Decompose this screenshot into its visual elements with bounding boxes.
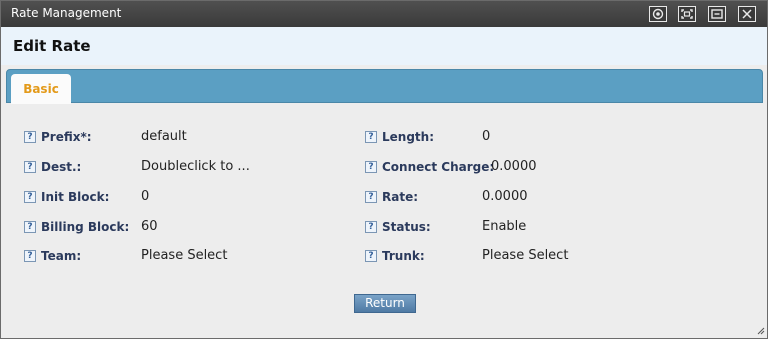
field-prefix: ? Prefix*: default [24,129,324,149]
window-titlebar[interactable]: Rate Management [1,1,767,27]
help-icon[interactable]: ? [24,191,36,203]
field-connect-charge: ? Connect Charge: 0.0000 [365,159,665,179]
field-label: Prefix*: [41,130,92,144]
field-team: ? Team: Please Select [24,248,324,268]
window-title: Rate Management [11,6,122,20]
rate-management-window: Rate Management Edit Rate Basic ? Prefix… [0,0,768,339]
close-icon [742,9,752,19]
help-icon[interactable]: ? [24,161,36,173]
field-init-block: ? Init Block: 0 [24,189,324,209]
field-value: 0.0000 [491,159,537,174]
field-status: ? Status: Enable [365,219,665,239]
field-label: Rate: [382,190,419,204]
help-icon[interactable]: ? [24,131,36,143]
field-value: 60 [141,219,158,234]
settings-icon [652,8,664,20]
close-button[interactable] [738,6,756,22]
help-icon[interactable]: ? [365,221,377,233]
field-label: Team: [41,249,82,263]
field-label: Connect Charge: [382,160,495,174]
restore-button[interactable] [708,6,726,22]
field-value: 0 [141,189,150,204]
trunk-select[interactable]: Please Select [482,248,568,263]
field-rate: ? Rate: 0.0000 [365,189,665,209]
field-billing-block: ? Billing Block: 60 [24,219,324,239]
tab-bar: Basic [6,69,763,104]
settings-button[interactable] [649,6,667,22]
help-icon[interactable]: ? [365,191,377,203]
field-value: default [141,129,187,144]
page-header: Edit Rate [1,27,767,65]
field-label: Init Block: [41,190,110,204]
field-label: Billing Block: [41,220,130,234]
field-label: Status: [382,220,431,234]
help-icon[interactable]: ? [365,250,377,262]
team-select[interactable]: Please Select [141,248,227,263]
restore-icon [711,9,723,19]
field-label: Trunk: [382,249,425,263]
maximize-icon [681,9,693,19]
field-length: ? Length: 0 [365,129,665,149]
dest-value[interactable]: Doubleclick to ... [141,159,250,174]
help-icon[interactable]: ? [365,131,377,143]
field-label: Dest.: [41,160,82,174]
field-value: Enable [482,219,527,234]
tab-basic[interactable]: Basic [11,74,71,104]
help-icon[interactable]: ? [365,161,377,173]
page-title: Edit Rate [13,37,91,55]
resize-grip-icon[interactable] [755,325,765,335]
field-label: Length: [382,130,434,144]
help-icon[interactable]: ? [24,221,36,233]
field-value: 0 [482,129,491,144]
tab-basic-label: Basic [23,82,59,96]
help-icon[interactable]: ? [24,250,36,262]
return-button[interactable]: Return [354,294,416,313]
field-value: 0.0000 [482,189,528,204]
field-dest: ? Dest.: Doubleclick to ... [24,159,324,179]
field-trunk: ? Trunk: Please Select [365,248,665,268]
maximize-button[interactable] [678,6,696,22]
